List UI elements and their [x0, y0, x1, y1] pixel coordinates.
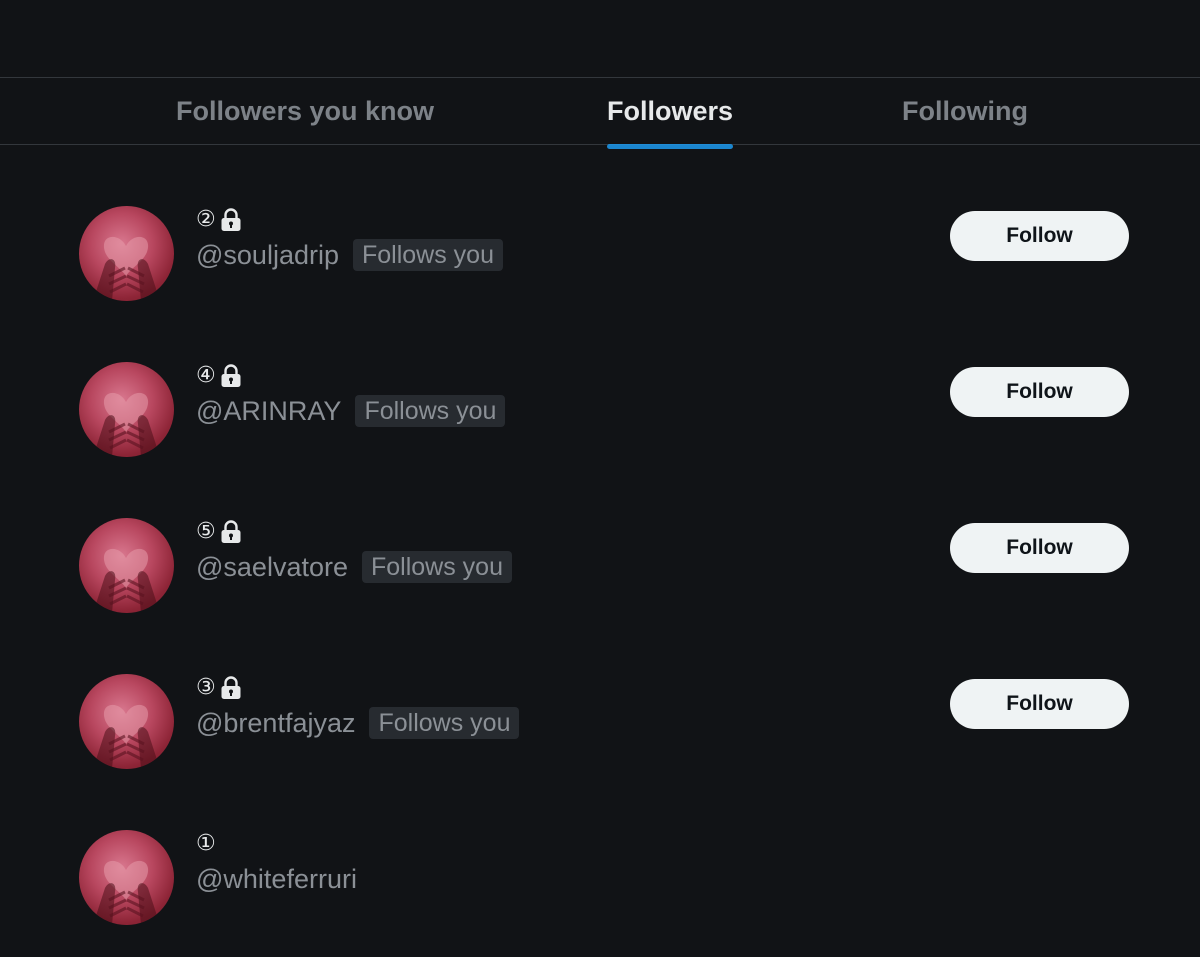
- display-name[interactable]: ①: [196, 830, 216, 858]
- avatar[interactable]: [79, 674, 174, 769]
- handle-line: @souljadrip Follows you: [196, 238, 503, 272]
- display-name-text: ③: [196, 675, 216, 700]
- follow-button[interactable]: Follow: [950, 367, 1129, 417]
- tab-followers[interactable]: Followers: [520, 78, 820, 149]
- user-row[interactable]: ⑤ @saelvatore Follows you Follow: [0, 458, 1200, 614]
- tab-label: Followers: [606, 95, 734, 149]
- avatar[interactable]: [79, 518, 174, 613]
- follows-you-badge: Follows you: [361, 551, 512, 583]
- handle-line: @whiteferruri: [196, 862, 357, 896]
- display-name[interactable]: ③: [196, 674, 244, 702]
- lock-icon: [218, 207, 244, 233]
- display-name[interactable]: ⑤: [196, 518, 244, 546]
- tab-label: Followers you know: [175, 95, 435, 126]
- user-row[interactable]: ③ @brentfajyaz Follows you Follow: [0, 614, 1200, 770]
- tab-following[interactable]: Following: [820, 78, 1110, 144]
- display-name-text: ④: [196, 363, 216, 388]
- followers-page: Followers you know Followers Following ②…: [0, 0, 1200, 957]
- lock-icon: [218, 519, 244, 545]
- lock-icon: [218, 363, 244, 389]
- handle-line: @ARINRAY Follows you: [196, 394, 506, 428]
- follow-button[interactable]: Follow: [950, 679, 1129, 729]
- user-row[interactable]: ④ @ARINRAY Follows you Follow: [0, 302, 1200, 458]
- username-handle: @brentfajyaz: [196, 707, 356, 738]
- display-name-text: ⑤: [196, 519, 216, 544]
- display-name[interactable]: ④: [196, 362, 244, 390]
- username-handle: @souljadrip: [196, 239, 339, 270]
- display-name-text: ②: [196, 207, 216, 232]
- display-name[interactable]: ②: [196, 206, 244, 234]
- username-handle: @saelvatore: [196, 551, 348, 582]
- username-handle: @ARINRAY: [196, 395, 342, 426]
- follow-button[interactable]: Follow: [950, 523, 1129, 573]
- avatar[interactable]: [79, 362, 174, 457]
- follows-you-badge: Follows you: [355, 395, 506, 427]
- follows-you-badge: Follows you: [369, 707, 520, 739]
- follow-button[interactable]: Follow: [950, 211, 1129, 261]
- user-row[interactable]: ① @whiteferruri: [0, 770, 1200, 926]
- handle-line: @saelvatore Follows you: [196, 550, 512, 584]
- tab-followers-you-know[interactable]: Followers you know: [120, 78, 490, 144]
- avatar[interactable]: [79, 830, 174, 925]
- username-handle: @whiteferruri: [196, 863, 357, 894]
- handle-line: @brentfajyaz Follows you: [196, 706, 520, 740]
- tab-bar: Followers you know Followers Following: [0, 77, 1200, 149]
- follows-you-badge: Follows you: [352, 239, 503, 271]
- display-name-text: ①: [196, 831, 216, 856]
- lock-icon: [218, 675, 244, 701]
- tab-label: Following: [902, 95, 1028, 126]
- followers-list: ② @souljadrip Follows you Follow ④ @ARINRAY Fo…: [0, 146, 1200, 926]
- user-row[interactable]: ② @souljadrip Follows you Follow: [0, 146, 1200, 302]
- avatar[interactable]: [79, 206, 174, 301]
